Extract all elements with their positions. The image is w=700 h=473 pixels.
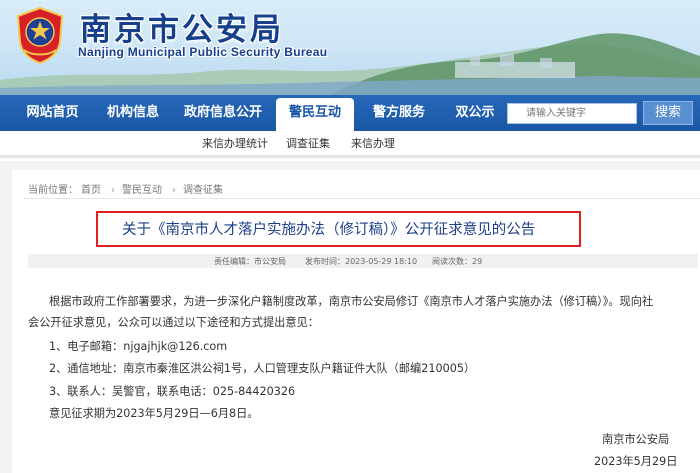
meta-published: 发布时间：2023-05-29 18:10 [305,257,418,266]
nav-item-dual-disclosure[interactable]: 双公示 [444,95,506,131]
breadcrumb-separator: › [111,185,115,196]
breadcrumb-separator: › [172,185,176,196]
breadcrumb: 当前位置： 首页 › 警民互动 › 调查征集 [28,181,226,196]
breadcrumb-police-interaction[interactable]: 警民互动 [122,185,162,196]
site-banner: 南京市公安局 Nanjing Municipal Public Security… [0,0,700,95]
nav-item-org-info[interactable]: 机构信息 [105,95,161,131]
article-deadline: 意见征求期为2023年5月29日—6月8日。 [49,407,259,420]
article-paragraph-line1: 根据市政府工作部署要求，为进一步深化户籍制度改革，南京市公安局修订《南京市人才落… [49,295,654,308]
article-signature: 南京市公安局 [602,433,670,446]
main-nav: 网站首页 机构信息 政府信息公开 警民互动 警方服务 双公示 搜索 [0,95,700,132]
article-date: 2023年5月29日 [594,455,678,468]
article-item-contact: 3、联系人：吴警官，联系电话：025-84420326 [49,385,296,398]
article-item-address: 2、通信地址：南京市秦淮区洪公祠1号，人口管理支队户籍证件大队（邮编210005… [49,362,476,375]
site-subtitle: Nanjing Municipal Public Security Bureau [78,45,328,59]
meta-views: 阅读次数：29 [432,257,483,266]
nav-item-gov-info[interactable]: 政府信息公开 [175,95,271,131]
breadcrumb-home[interactable]: 首页 [81,185,101,196]
meta-editor: 责任编辑：市公安局 [214,257,286,266]
nav-item-police-interaction[interactable]: 警民互动 [276,98,354,132]
nav-item-police-services[interactable]: 警方服务 [354,95,444,131]
subnav-item-survey[interactable]: 调查征集 [286,135,330,151]
search-button[interactable]: 搜索 [643,101,693,125]
sub-nav: 来信办理统计 调查征集 来信办理 [0,131,700,158]
search-input[interactable] [508,104,636,123]
article-title: 关于《南京市人才落户实施办法（修订稿）》公开征求意见的公告 [122,222,536,238]
article-item-email: 1、电子邮箱：njgajhjk@126.com [49,340,228,353]
search-box [507,103,637,124]
divider [24,198,700,199]
article-meta: 责任编辑：市公安局 发布时间：2023-05-29 18:10 阅读次数：29 [28,254,698,268]
article-paragraph-line2: 会公开征求意见，公众可以通过以下途径和方式提出意见： [28,316,319,329]
subnav-item-letter-stats[interactable]: 来信办理统计 [202,135,268,151]
subnav-item-letter-handling[interactable]: 来信办理 [351,135,395,151]
site-title: 南京市公安局 [80,12,284,48]
nav-item-home[interactable]: 网站首页 [0,95,105,131]
breadcrumb-survey[interactable]: 调查征集 [183,185,223,196]
breadcrumb-prefix: 当前位置： [28,185,78,196]
police-emblem-icon [16,6,64,64]
